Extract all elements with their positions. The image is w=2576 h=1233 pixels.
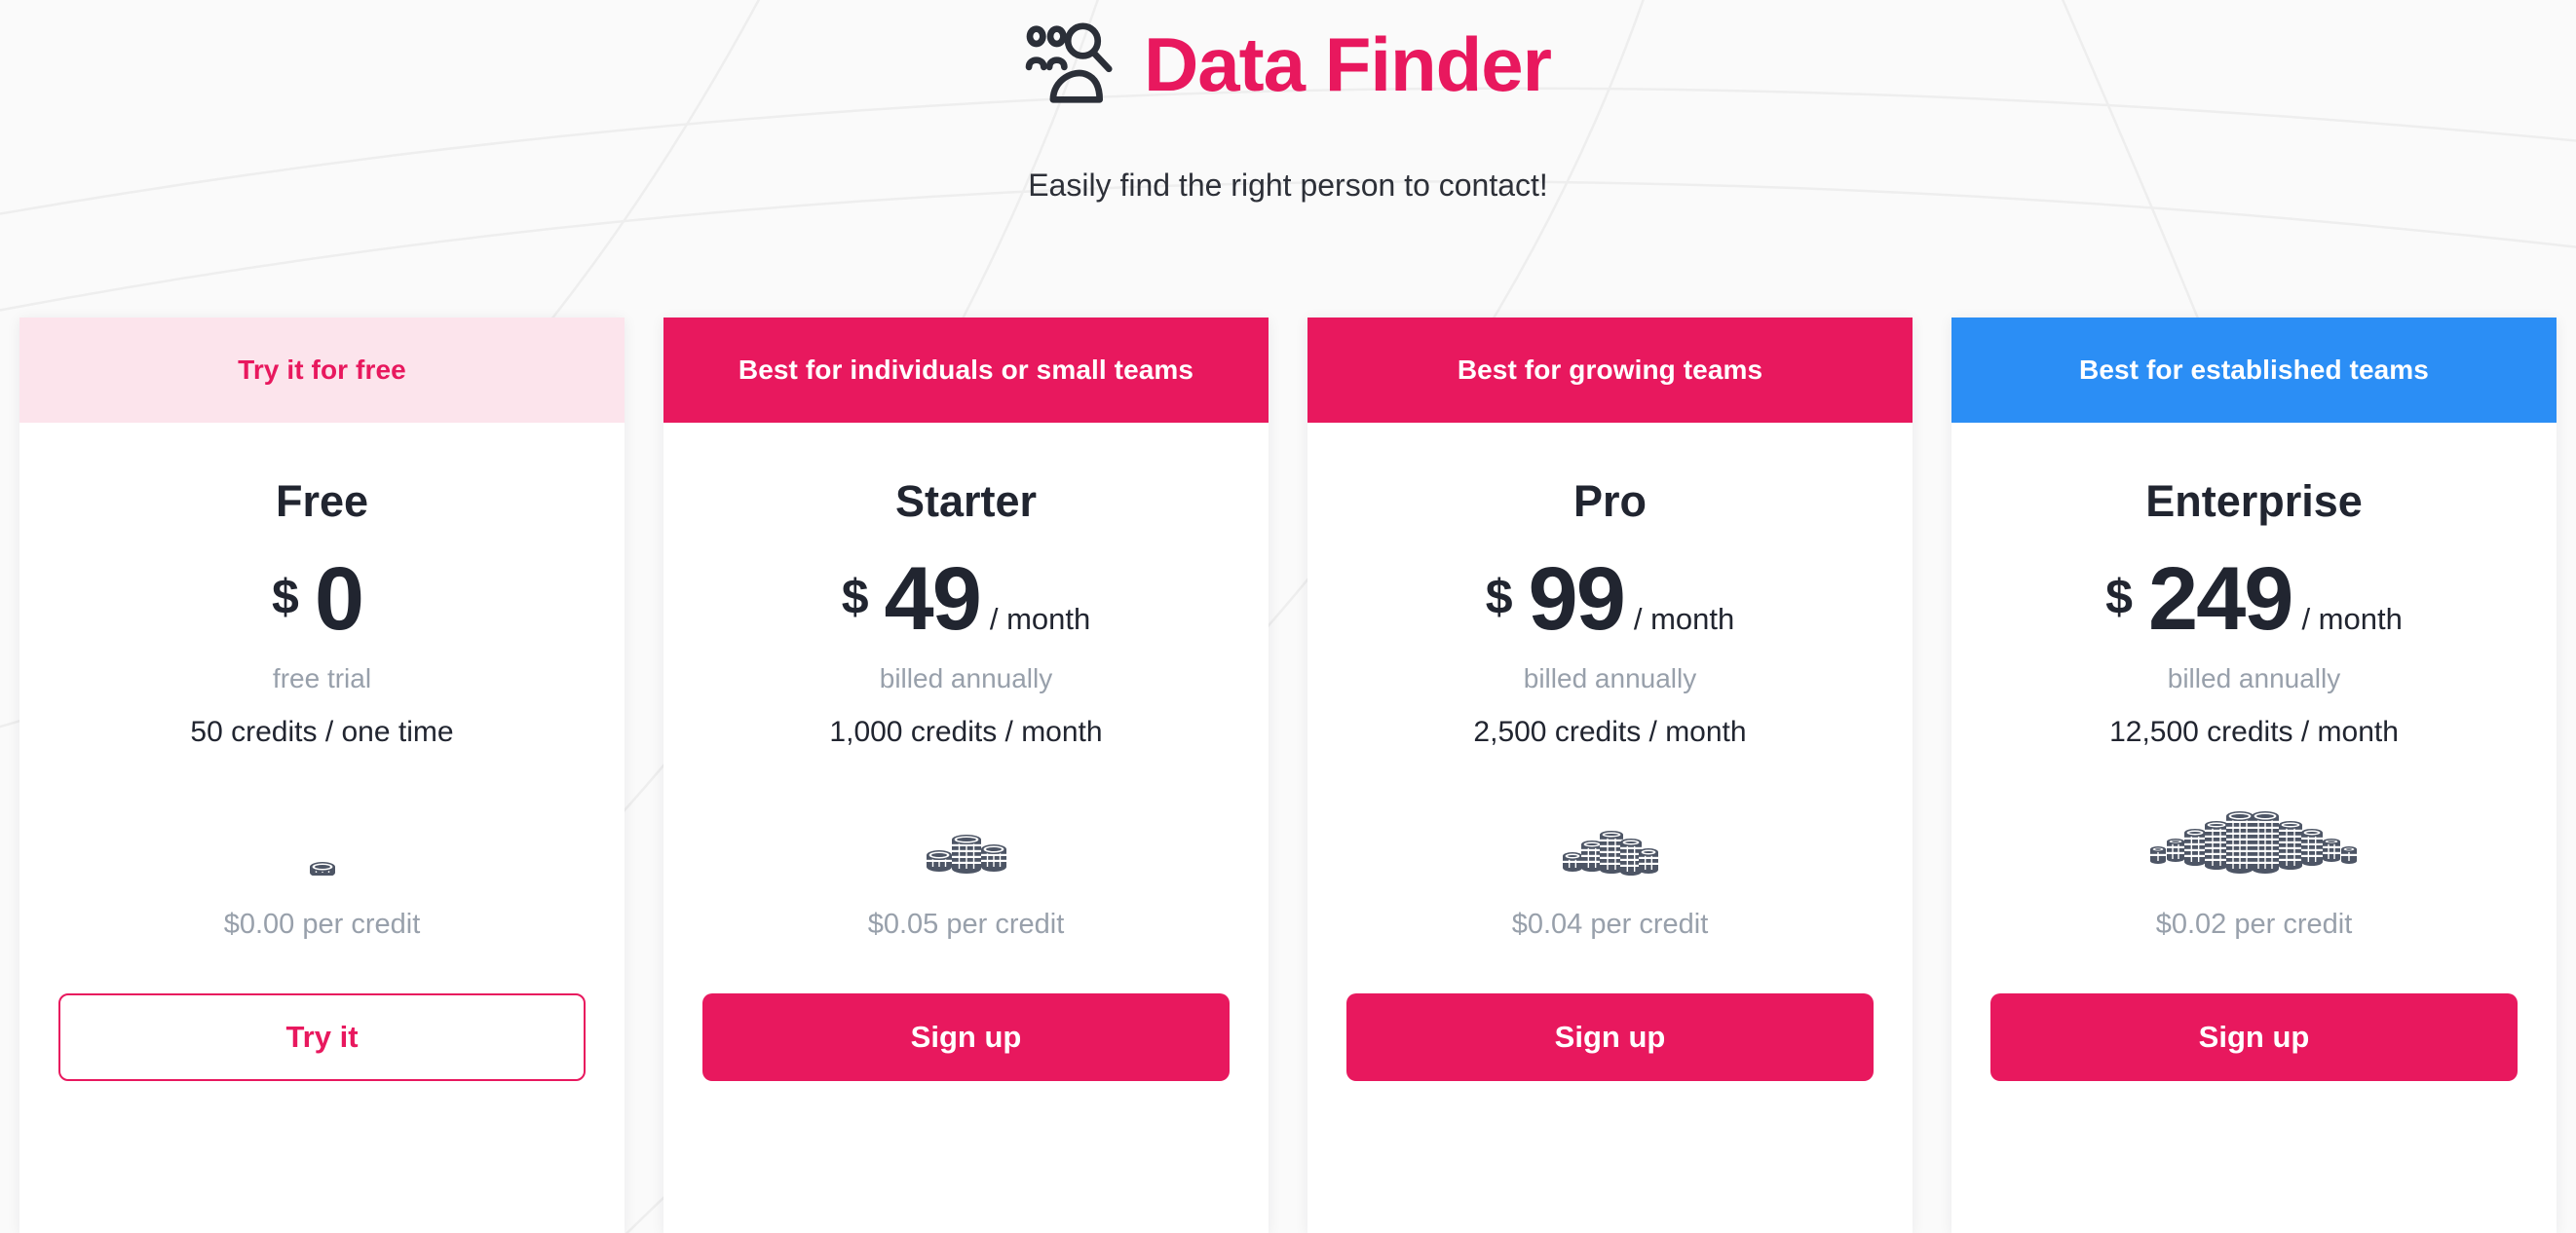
plan-banner: Best for established teams xyxy=(1951,318,2557,423)
try-it-button[interactable]: Try it xyxy=(58,993,586,1081)
coin-stack-small-icon xyxy=(924,802,1009,876)
plan-name: Free xyxy=(275,476,369,526)
price-period: / month xyxy=(2301,602,2403,636)
plan-credits: 2,500 credits / month xyxy=(1473,716,1747,748)
plan-banner: Try it for free xyxy=(19,318,625,423)
sign-up-button[interactable]: Sign up xyxy=(1346,993,1874,1081)
plan-card-enterprise: Best for established teams Enterprise $249… xyxy=(1951,318,2557,1233)
page-title: Data Finder xyxy=(1143,21,1552,107)
price-currency: $ xyxy=(841,570,869,624)
price-amount: 99 xyxy=(1528,549,1626,649)
page-header: Data Finder Easily find the right person… xyxy=(0,0,2576,201)
people-search-icon xyxy=(1025,22,1113,103)
plan-price: $0 xyxy=(272,554,372,644)
price-period: / month xyxy=(989,602,1091,636)
sign-up-button[interactable]: Sign up xyxy=(702,993,1230,1081)
price-period: / month xyxy=(1633,602,1735,636)
plan-name: Enterprise xyxy=(2145,476,2363,526)
plan-banner: Best for individuals or small teams xyxy=(663,318,1269,423)
per-credit-price: $0.00 per credit xyxy=(223,909,421,940)
coin-stack-large-icon xyxy=(2146,802,2363,876)
price-note: billed annually xyxy=(879,663,1053,693)
plan-banner: Best for growing teams xyxy=(1307,318,1913,423)
price-amount: 49 xyxy=(884,549,982,649)
price-note: billed annually xyxy=(1523,663,1697,693)
plan-card-free: Try it for free Free $0 free trial 50 credit… xyxy=(19,318,625,1233)
price-note: billed annually xyxy=(2167,663,2341,693)
pricing-plans: Try it for free Free $0 free trial 50 credit… xyxy=(19,318,2557,1233)
plan-price: $49/ month xyxy=(842,554,1091,644)
price-amount: 0 xyxy=(314,549,364,649)
price-currency: $ xyxy=(272,570,299,624)
plan-credits: 50 credits / one time xyxy=(190,716,454,748)
tagline: Easily find the right person to contact! xyxy=(1028,168,1548,203)
plan-price: $249/ month xyxy=(2105,554,2403,644)
brand: Data Finder xyxy=(0,14,2576,115)
price-currency: $ xyxy=(1485,570,1513,624)
coin-stack-medium-icon xyxy=(1561,802,1660,876)
plan-name: Starter xyxy=(894,476,1038,526)
plan-credits: 1,000 credits / month xyxy=(829,716,1103,748)
pricing-page: Data Finder Easily find the right person… xyxy=(0,0,2576,1233)
plan-name: Pro xyxy=(1572,476,1647,526)
plan-credits: 12,500 credits / month xyxy=(2109,716,2399,748)
per-credit-price: $0.04 per credit xyxy=(1511,909,1709,940)
plan-card-starter: Best for individuals or small teams Start… xyxy=(663,318,1269,1233)
coin-stack-single-icon xyxy=(307,802,338,876)
per-credit-price: $0.05 per credit xyxy=(867,909,1065,940)
per-credit-price: $0.02 per credit xyxy=(2155,909,2353,940)
plan-card-pro: Best for growing teams Pro $99/ month bille… xyxy=(1307,318,1913,1233)
price-note: free trial xyxy=(272,663,372,693)
sign-up-button[interactable]: Sign up xyxy=(1990,993,2518,1081)
price-amount: 249 xyxy=(2147,549,2293,649)
price-currency: $ xyxy=(2105,570,2133,624)
plan-price: $99/ month xyxy=(1486,554,1735,644)
